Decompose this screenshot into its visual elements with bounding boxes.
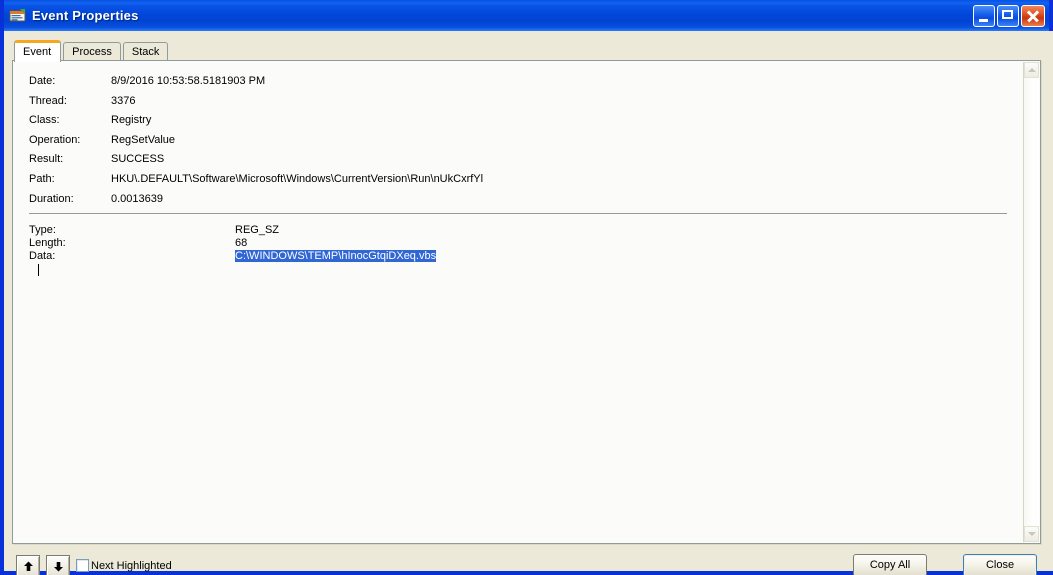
field-value-class: Registry	[111, 114, 152, 127]
caption-button-group	[971, 4, 1045, 27]
field-value-operation: RegSetValue	[111, 133, 176, 146]
field-label-path: Path:	[29, 172, 55, 185]
detail-label-type: Type:	[29, 224, 56, 236]
field-label-result: Result:	[29, 153, 64, 166]
next-event-button[interactable]	[46, 555, 70, 575]
maximize-icon[interactable]	[997, 4, 1019, 27]
detail-row-data: Data: C:\WINDOWS\TEMP\hInocGtqiDXeq.vbs	[29, 250, 1004, 263]
event-field-list: Date: 8/9/2016 10:53:58.5181903 PM Threa…	[29, 75, 1009, 212]
next-highlighted-checkbox[interactable]	[76, 559, 89, 572]
field-row-date: Date: 8/9/2016 10:53:58.5181903 PM	[29, 75, 1009, 95]
detail-value-length: 68	[235, 237, 248, 250]
field-row-operation: Operation: RegSetValue	[29, 134, 1009, 154]
tab-stack[interactable]: Stack	[122, 42, 169, 61]
registry-detail-block[interactable]: Type: REG_SZ Length: 68 Data: C:\WINDOWS…	[29, 224, 1004, 276]
scroll-up-icon[interactable]	[1024, 62, 1039, 78]
dialog-footer: Next Highlighted Copy All Close	[8, 550, 1053, 575]
text-caret	[38, 264, 39, 276]
field-value-thread: 3376	[111, 94, 136, 107]
detail-row-type: Type: REG_SZ	[29, 224, 1004, 237]
minimize-icon[interactable]	[973, 4, 995, 27]
field-row-thread: Thread: 3376	[29, 95, 1009, 115]
copy-all-button[interactable]: Copy All	[853, 554, 927, 575]
close-button[interactable]: Close	[963, 554, 1037, 575]
tab-event[interactable]: Event	[14, 40, 62, 62]
field-value-duration: 0.0013639	[111, 192, 163, 205]
window-title: Event Properties	[32, 8, 139, 23]
close-icon[interactable]	[1021, 4, 1045, 27]
field-value-result: SUCCESS	[111, 153, 165, 166]
field-value-date: 8/9/2016 10:53:58.5181903 PM	[111, 75, 266, 87]
detail-row-length: Length: 68	[29, 237, 1004, 250]
event-detail-panel: Date: 8/9/2016 10:53:58.5181903 PM Threa…	[12, 60, 1041, 544]
procmon-event-icon	[9, 7, 27, 25]
field-row-duration: Duration: 0.0013639	[29, 193, 1009, 213]
detail-label-length: Length:	[29, 237, 66, 250]
field-label-duration: Duration:	[29, 192, 74, 205]
detail-value-type: REG_SZ	[235, 224, 280, 236]
client-area: Event Process Stack Date: 8/9/2016 10:53…	[8, 31, 1053, 575]
scroll-down-icon[interactable]	[1024, 526, 1039, 542]
field-label-thread: Thread:	[29, 94, 67, 107]
detail-vertical-scrollbar[interactable]	[1023, 62, 1039, 542]
next-highlighted-label: Next Highlighted	[91, 559, 172, 572]
field-row-class: Class: Registry	[29, 114, 1009, 134]
window-frame: Event Properties Event Process Stack Dat…	[0, 0, 1053, 575]
title-bar[interactable]: Event Properties	[4, 0, 1049, 31]
detail-label-data: Data:	[29, 250, 56, 263]
tab-process[interactable]: Process	[63, 42, 121, 61]
event-properties-window-root: Event Properties Event Process Stack Dat…	[0, 0, 1053, 575]
field-row-result: Result: SUCCESS	[29, 153, 1009, 173]
field-value-path: HKU\.DEFAULT\Software\Microsoft\Windows\…	[111, 172, 484, 185]
section-divider	[29, 213, 1007, 214]
next-highlighted-row[interactable]: Next Highlighted	[76, 559, 172, 572]
field-label-class: Class:	[29, 114, 60, 127]
field-label-date: Date:	[29, 75, 56, 87]
tab-strip: Event Process Stack	[14, 40, 170, 62]
field-row-path: Path: HKU\.DEFAULT\Software\Microsoft\Wi…	[29, 173, 1009, 193]
previous-event-button[interactable]	[16, 555, 40, 575]
detail-value-data[interactable]: C:\WINDOWS\TEMP\hInocGtqiDXeq.vbs	[235, 250, 437, 263]
field-label-operation: Operation:	[29, 133, 81, 146]
